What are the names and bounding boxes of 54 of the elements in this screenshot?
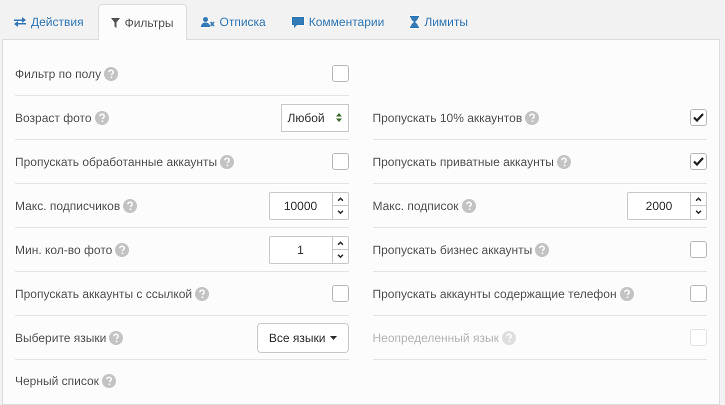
comment-icon <box>292 16 304 28</box>
field-label: Фильтр по полу <box>15 66 102 82</box>
number-field[interactable]: 2000 <box>627 192 707 220</box>
checkbox[interactable] <box>332 65 348 82</box>
exchange-arrows-icon <box>14 17 26 27</box>
tab[interactable]: Фильтры <box>98 4 187 40</box>
filter-icon <box>110 18 120 28</box>
field-label: Пропускать аккаунты с ссылкой <box>15 286 192 302</box>
checkbox[interactable] <box>690 153 707 170</box>
field-label: Мин. кол-во фото <box>15 242 112 258</box>
field-label: Выберите языки <box>15 330 106 346</box>
checkbox[interactable] <box>332 153 348 170</box>
help-icon[interactable] <box>556 154 571 168</box>
field-label: Возраст фото <box>15 110 92 126</box>
help-icon[interactable] <box>115 242 130 256</box>
help-icon[interactable] <box>104 66 118 80</box>
field-label: Пропускать бизнес аккаунты <box>372 242 532 258</box>
field-label: Неопределенный язык <box>372 330 499 346</box>
check-icon <box>693 157 704 166</box>
checkbox[interactable] <box>690 285 707 302</box>
check-icon <box>693 113 704 122</box>
field-label: Пропускать приватные аккаунты <box>372 154 554 170</box>
help-icon[interactable] <box>620 286 634 300</box>
help-icon[interactable] <box>123 198 138 212</box>
field-label: Черный список <box>15 373 99 390</box>
help-icon[interactable] <box>502 330 516 344</box>
tab[interactable]: Лимиты <box>398 5 480 39</box>
field-label: Пропускать обработанные аккаунты <box>15 154 218 170</box>
help-icon[interactable] <box>195 286 210 300</box>
number-field[interactable]: 1 <box>268 236 348 264</box>
number-field[interactable]: 10000 <box>268 192 348 220</box>
help-icon[interactable] <box>462 198 476 212</box>
checkbox[interactable] <box>690 241 707 258</box>
help-icon[interactable] <box>535 242 550 256</box>
field-label: Пропускать аккаунты содержащие телефон <box>372 286 617 302</box>
hourglass-icon <box>410 16 420 28</box>
help-icon[interactable] <box>102 374 116 388</box>
checkbox[interactable] <box>690 109 707 126</box>
caret-icon <box>330 336 336 340</box>
tab[interactable]: Действия <box>2 5 96 39</box>
tab[interactable]: Отписка <box>188 5 278 39</box>
help-icon[interactable] <box>94 110 109 124</box>
field-label: Пропускать 10% аккаунтов <box>372 110 522 126</box>
user-remove-icon <box>200 17 215 27</box>
language-dropdown[interactable]: Все языки <box>256 322 348 352</box>
tab[interactable]: Комментарии <box>280 5 396 39</box>
checkbox[interactable] <box>332 285 348 302</box>
field-label: Макс. подписчиков <box>15 198 120 214</box>
field-label: Макс. подписок <box>372 198 459 214</box>
help-icon[interactable] <box>220 154 234 168</box>
help-icon[interactable] <box>109 330 124 344</box>
select-field[interactable]: Любой <box>280 104 348 132</box>
help-icon[interactable] <box>525 110 540 124</box>
sort-arrows-icon <box>336 113 342 122</box>
